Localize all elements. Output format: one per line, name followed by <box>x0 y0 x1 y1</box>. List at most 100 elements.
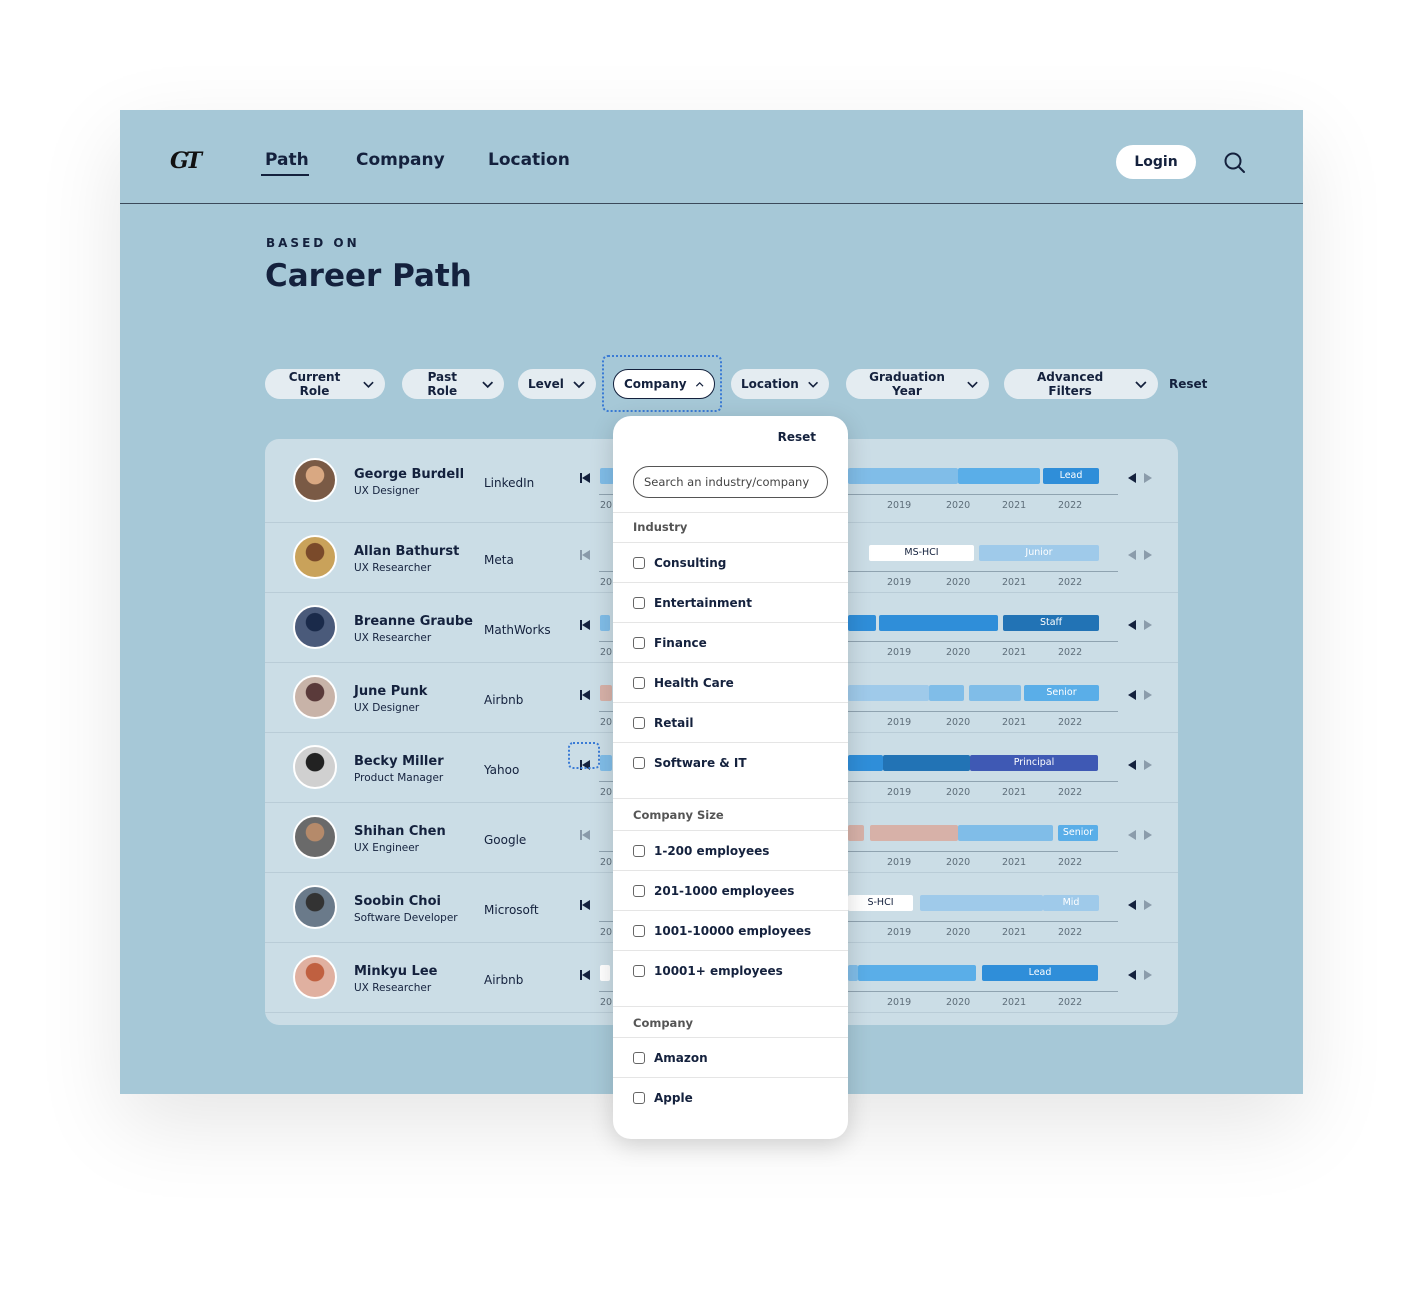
skip-to-first-icon[interactable] <box>579 472 591 484</box>
timeline-nav-arrows[interactable] <box>1127 550 1153 560</box>
timeline-segment[interactable] <box>848 685 929 701</box>
company-size-option[interactable]: 10001+ employees <box>633 958 833 984</box>
checkbox[interactable] <box>633 557 645 569</box>
timeline-nav-arrows[interactable] <box>1127 970 1153 980</box>
search-icon[interactable] <box>1223 151 1247 175</box>
timeline-segment[interactable] <box>600 615 610 631</box>
company-size-option[interactable]: 1001-10000 employees <box>633 918 833 944</box>
timeline-segment[interactable] <box>600 685 612 701</box>
timeline-segment[interactable] <box>600 965 610 981</box>
nav-link-location[interactable]: Location <box>488 150 570 170</box>
industry-option[interactable]: Finance <box>633 630 833 656</box>
industry-company-search-input[interactable] <box>633 466 828 498</box>
timeline-segment[interactable]: Senior <box>1024 685 1099 701</box>
timeline-segment[interactable] <box>883 755 970 771</box>
timeline-year-label: 2020 <box>946 647 971 658</box>
industry-option[interactable]: Retail <box>633 710 833 736</box>
timeline-nav-arrows[interactable] <box>1127 760 1153 770</box>
timeline-segment[interactable]: Senior <box>1058 825 1098 841</box>
timeline-segment[interactable]: Principal <box>970 755 1098 771</box>
person-name[interactable]: Soobin Choi <box>354 894 441 909</box>
person-name[interactable]: June Punk <box>354 684 427 699</box>
timeline-segment[interactable]: Mid <box>1043 895 1099 911</box>
timeline-segment[interactable] <box>920 895 1043 911</box>
timeline-segment[interactable] <box>958 825 1053 841</box>
timeline-segment[interactable] <box>870 825 958 841</box>
dropdown-reset-link[interactable]: Reset <box>778 430 816 444</box>
checkbox[interactable] <box>633 925 645 937</box>
person-name[interactable]: Becky Miller <box>354 754 444 769</box>
skip-to-first-icon[interactable] <box>579 829 591 841</box>
timeline-nav-arrows[interactable] <box>1127 620 1153 630</box>
timeline-segment[interactable] <box>858 965 976 981</box>
industry-option[interactable]: Entertainment <box>633 590 833 616</box>
page-title: Career Path <box>265 258 472 294</box>
filter-advanced-filters-dropdown[interactable]: Advanced Filters <box>1004 369 1158 399</box>
person-name[interactable]: Allan Bathurst <box>354 544 459 559</box>
checkbox[interactable] <box>633 757 645 769</box>
person-name[interactable]: Breanne Graube <box>354 614 473 629</box>
timeline-nav-arrows[interactable] <box>1127 830 1153 840</box>
skip-to-first-icon[interactable] <box>579 619 591 631</box>
checkbox[interactable] <box>633 965 645 977</box>
timeline-segment[interactable]: Lead <box>982 965 1098 981</box>
timeline-segment[interactable]: Staff <box>1003 615 1099 631</box>
skip-to-first-icon[interactable] <box>579 689 591 701</box>
industry-option[interactable]: Software & IT <box>633 750 833 776</box>
timeline-segment[interactable]: Junior <box>979 545 1099 561</box>
option-label: Entertainment <box>654 596 752 610</box>
person-name[interactable]: George Burdell <box>354 467 464 482</box>
industry-option[interactable]: Consulting <box>633 550 833 576</box>
nav-link-path[interactable]: Path <box>265 150 309 170</box>
company-size-option[interactable]: 1-200 employees <box>633 838 833 864</box>
nav-link-company[interactable]: Company <box>356 150 445 170</box>
checkbox[interactable] <box>633 1052 645 1064</box>
timeline-segment[interactable] <box>969 685 1021 701</box>
timeline-segment[interactable] <box>848 615 876 631</box>
checkbox[interactable] <box>633 1092 645 1104</box>
timeline-nav-arrows[interactable] <box>1127 473 1153 483</box>
skip-to-first-icon[interactable] <box>579 899 591 911</box>
timeline-segment[interactable] <box>848 468 958 484</box>
company-option[interactable]: Apple <box>633 1085 833 1111</box>
skip-to-first-icon[interactable] <box>579 549 591 561</box>
timeline-nav-arrows[interactable] <box>1127 900 1153 910</box>
timeline-segment[interactable]: Lead <box>1043 468 1099 484</box>
checkbox[interactable] <box>633 597 645 609</box>
timeline-segment[interactable] <box>600 755 612 771</box>
checkbox[interactable] <box>633 677 645 689</box>
gt-logo[interactable]: GT <box>170 148 202 174</box>
company-option[interactable]: Amazon <box>633 1045 833 1071</box>
timeline-segment[interactable]: S-HCI <box>848 895 913 911</box>
timeline-segment[interactable] <box>958 468 1040 484</box>
timeline-segment[interactable] <box>848 755 883 771</box>
timeline-segment[interactable] <box>600 468 614 484</box>
timeline-segment[interactable] <box>848 825 864 841</box>
filter-current-role-dropdown[interactable]: Current Role <box>265 369 385 399</box>
avatar <box>293 955 337 999</box>
filters-reset-link[interactable]: Reset <box>1169 377 1207 391</box>
filter-level-dropdown[interactable]: Level <box>518 369 596 399</box>
checkbox[interactable] <box>633 845 645 857</box>
industry-option[interactable]: Health Care <box>633 670 833 696</box>
timeline-segment[interactable] <box>879 615 998 631</box>
company-size-option[interactable]: 201-1000 employees <box>633 878 833 904</box>
timeline-segment[interactable]: MS-HCI <box>869 545 974 561</box>
avatar <box>293 535 337 579</box>
avatar <box>293 675 337 719</box>
checkbox[interactable] <box>633 717 645 729</box>
filter-company-dropdown[interactable]: Company <box>613 369 715 399</box>
timeline-nav-arrows[interactable] <box>1127 690 1153 700</box>
person-name[interactable]: Shihan Chen <box>354 824 446 839</box>
filter-past-role-dropdown[interactable]: Past Role <box>402 369 504 399</box>
timeline-segment[interactable] <box>929 685 964 701</box>
filter-graduation-year-dropdown[interactable]: Graduation Year <box>846 369 989 399</box>
login-button[interactable]: Login <box>1116 145 1196 179</box>
checkbox[interactable] <box>633 637 645 649</box>
checkbox[interactable] <box>633 885 645 897</box>
person-name[interactable]: Minkyu Lee <box>354 964 437 979</box>
filter-location-dropdown[interactable]: Location <box>731 369 829 399</box>
person-company: LinkedIn <box>484 476 535 490</box>
skip-to-first-icon[interactable] <box>579 969 591 981</box>
timeline-segment[interactable] <box>848 965 858 981</box>
